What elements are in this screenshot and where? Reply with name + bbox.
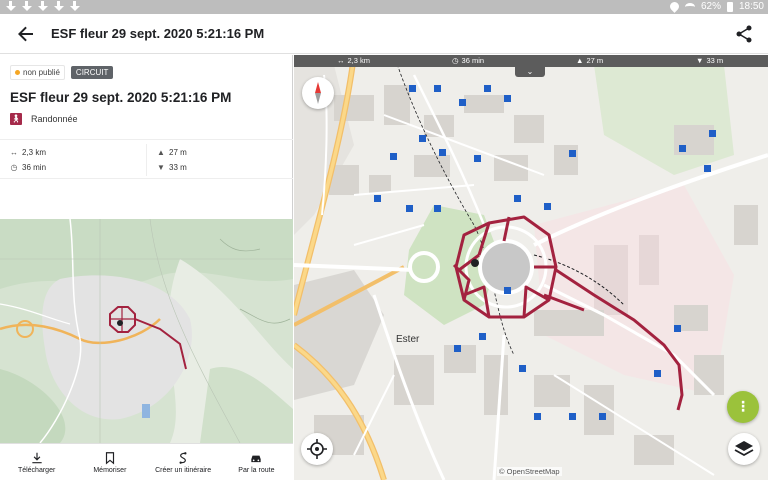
duration-stat: ◷ 36 min bbox=[10, 163, 47, 172]
create-itinerary-button[interactable]: Créer un itinéraire bbox=[147, 444, 220, 480]
map-descent-value: 33 m bbox=[706, 56, 724, 65]
map-descent: ▼ 33 m bbox=[696, 56, 723, 65]
create-itinerary-label: Créer un itinéraire bbox=[155, 466, 212, 474]
map-graphic bbox=[294, 55, 768, 480]
duration-icon: ◷ bbox=[452, 56, 459, 65]
distance-value: 2,3 km bbox=[22, 148, 47, 157]
stats-left-column: ↔ 2,3 km ◷ 36 min bbox=[0, 144, 146, 176]
badges: non publié CIRCUIT bbox=[10, 65, 114, 80]
clock: 18:50 bbox=[738, 1, 764, 12]
download-notification-icon bbox=[70, 1, 80, 12]
share-button[interactable] bbox=[732, 22, 756, 46]
distance-icon: ↔ bbox=[337, 56, 345, 65]
locate-icon bbox=[307, 439, 327, 459]
download-notification-icon bbox=[6, 1, 16, 12]
map-duration-value: 36 min bbox=[461, 56, 485, 65]
activity-row: 🚶︎ Randonnée bbox=[10, 113, 78, 125]
status-badge: non publié bbox=[10, 65, 65, 80]
main-map[interactable]: ↔ 2,3 km ◷ 36 min ▲ 27 m ▼ 33 m ⌄ Ester … bbox=[294, 55, 768, 480]
download-notification-icon bbox=[38, 1, 48, 12]
compass-icon bbox=[315, 82, 321, 104]
ascent-value: 27 m bbox=[169, 148, 187, 157]
map-distance-value: 2,3 km bbox=[347, 56, 371, 65]
app-bar: ESF fleur 29 sept. 2020 5:21:16 PM bbox=[0, 14, 768, 54]
more-vert-icon: ⋮ bbox=[736, 398, 750, 414]
hiking-icon: 🚶︎ bbox=[10, 113, 22, 125]
itinerary-icon bbox=[179, 451, 187, 464]
layers-icon bbox=[734, 441, 754, 457]
map-distance: ↔ 2,3 km bbox=[337, 56, 370, 65]
download-notification-icon bbox=[22, 1, 32, 12]
descent-stat: ▼ 33 m bbox=[157, 163, 187, 172]
status-badge-label: non publié bbox=[23, 68, 60, 77]
duration-icon: ◷ bbox=[10, 163, 18, 172]
status-bar: 62% 18:50 bbox=[0, 0, 768, 14]
battery-icon bbox=[726, 1, 733, 12]
battery-percent: 62% bbox=[700, 1, 721, 12]
route-preview-map-graphic bbox=[0, 219, 293, 443]
descent-icon: ▼ bbox=[157, 163, 165, 172]
map-duration: ◷ 36 min bbox=[452, 56, 484, 65]
download-label: Télécharger bbox=[17, 466, 56, 474]
duration-value: 36 min bbox=[22, 163, 47, 172]
descent-icon: ▼ bbox=[696, 56, 704, 65]
descent-value: 33 m bbox=[169, 163, 187, 172]
collapse-stats-button[interactable]: ⌄ bbox=[515, 67, 545, 77]
status-dot-icon bbox=[15, 70, 20, 75]
save-button[interactable]: Mémoriser bbox=[73, 444, 146, 480]
route-preview-map[interactable] bbox=[0, 219, 293, 443]
download-notification-icon bbox=[54, 1, 64, 12]
ascent-icon: ▲ bbox=[576, 56, 584, 65]
distance-icon: ↔ bbox=[10, 148, 18, 157]
locate-button[interactable] bbox=[301, 433, 333, 465]
map-stats-bar: ↔ 2,3 km ◷ 36 min ▲ 27 m ▼ 33 m bbox=[294, 55, 768, 67]
route-title: ESF fleur 29 sept. 2020 5:21:16 PM bbox=[10, 90, 232, 105]
ascent-stat: ▲ 27 m bbox=[157, 148, 187, 157]
notification-icons bbox=[6, 1, 80, 12]
page-title: ESF fleur 29 sept. 2020 5:21:16 PM bbox=[51, 26, 265, 41]
type-badge: CIRCUIT bbox=[70, 66, 114, 79]
by-road-button[interactable]: Par la route bbox=[220, 444, 293, 480]
more-options-button[interactable]: ⋮ bbox=[727, 391, 759, 423]
chevron-down-icon: ⌄ bbox=[526, 67, 534, 76]
stats-right-column: ▲ 27 m ▼ 33 m bbox=[146, 144, 292, 176]
share-icon bbox=[736, 25, 752, 43]
back-arrow-icon bbox=[18, 26, 33, 42]
download-icon bbox=[31, 452, 42, 463]
map-attribution[interactable]: © OpenStreetMap bbox=[497, 467, 562, 476]
compass-button[interactable] bbox=[302, 77, 334, 109]
app-root: 62% 18:50 ESF fleur 29 sept. 2020 5:21:1… bbox=[0, 0, 768, 480]
wifi-icon bbox=[684, 2, 695, 11]
distance-stat: ↔ 2,3 km bbox=[10, 148, 46, 157]
map-ascent: ▲ 27 m bbox=[576, 56, 603, 65]
route-details-panel: non publié CIRCUIT ESF fleur 29 sept. 20… bbox=[0, 55, 293, 480]
by-road-label: Par la route bbox=[238, 466, 275, 474]
save-label: Mémoriser bbox=[93, 466, 127, 474]
activity-label: Randonnée bbox=[31, 114, 78, 124]
back-button[interactable] bbox=[14, 22, 38, 46]
map-ascent-value: 27 m bbox=[586, 56, 604, 65]
bottom-actions: Télécharger Mémoriser Créer un itinérair… bbox=[0, 443, 293, 480]
route-stats: ↔ 2,3 km ◷ 36 min ▲ 27 m ▼ 33 m bbox=[0, 139, 293, 179]
car-icon bbox=[251, 455, 262, 462]
ascent-icon: ▲ bbox=[157, 148, 165, 157]
location-icon bbox=[668, 0, 681, 13]
system-indicators: 62% 18:50 bbox=[668, 0, 764, 13]
download-button[interactable]: Télécharger bbox=[0, 444, 73, 480]
layers-button[interactable] bbox=[728, 433, 760, 465]
bookmark-icon bbox=[105, 451, 114, 464]
place-label-ester: Ester bbox=[396, 334, 420, 345]
